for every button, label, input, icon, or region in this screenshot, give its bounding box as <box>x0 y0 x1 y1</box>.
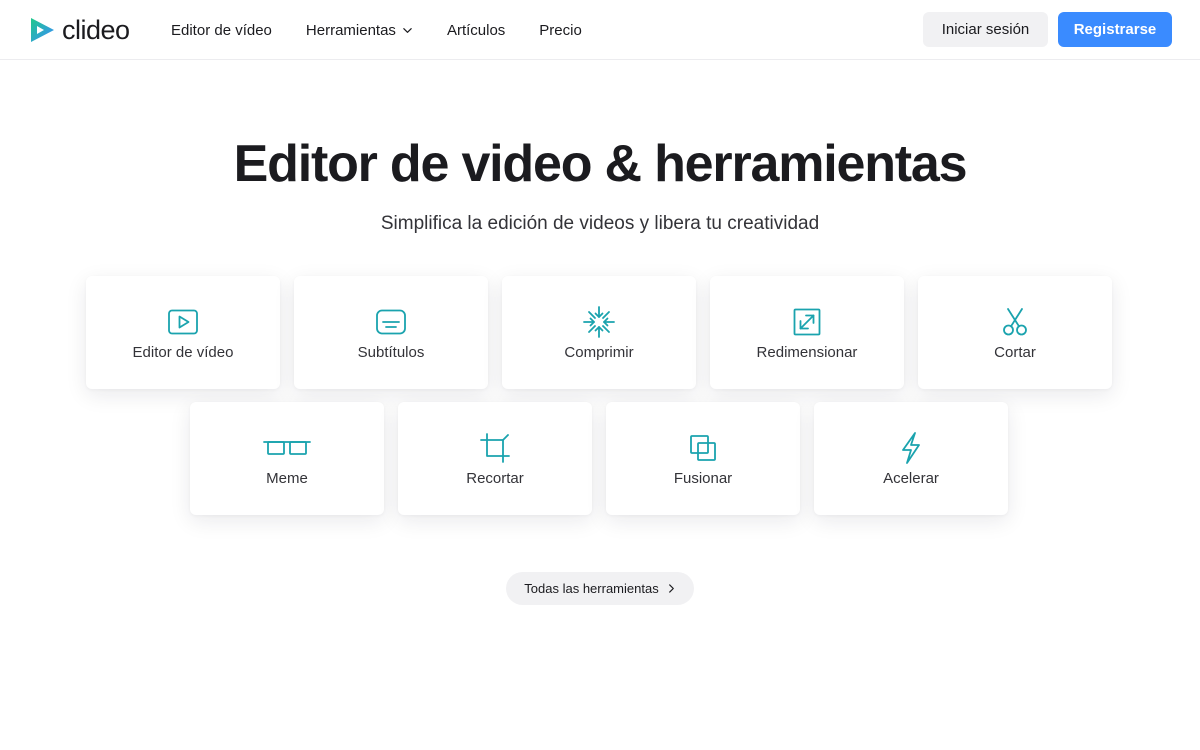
main-nav: Editor de vídeo Herramientas Artículos P… <box>171 0 582 60</box>
tool-label: Cortar <box>994 344 1036 361</box>
page-subtitle: Simplifica la edición de videos y libera… <box>380 213 820 234</box>
scissors-icon <box>999 306 1031 338</box>
nav-video-editor[interactable]: Editor de vídeo <box>171 22 272 39</box>
tool-label: Subtítulos <box>357 344 425 361</box>
login-button[interactable]: Iniciar sesión <box>923 12 1048 47</box>
tool-label: Fusionar <box>673 470 733 487</box>
logo-play-icon <box>31 18 54 42</box>
tool-card-resize[interactable]: Redimensionar <box>710 276 904 389</box>
tool-card-meme[interactable]: Meme <box>190 402 384 515</box>
nav-tools-dropdown[interactable]: Herramientas <box>306 22 413 39</box>
merge-icon <box>687 432 719 464</box>
play-icon <box>167 306 199 338</box>
tool-card-compress[interactable]: Comprimir <box>502 276 696 389</box>
chevron-down-icon <box>403 27 412 33</box>
nav-video-editor-label: Editor de vídeo <box>171 21 272 39</box>
tool-label: Comprimir <box>564 344 634 361</box>
nav-articles-label: Artículos <box>446 21 506 39</box>
tool-card-subtitles[interactable]: Subtítulos <box>294 276 488 389</box>
tool-card-cut[interactable]: Cortar <box>918 276 1112 389</box>
nav-tools-label: Herramientas <box>305 21 396 39</box>
logo-text: clideo <box>62 15 130 45</box>
signup-button[interactable]: Registrarse <box>1058 12 1172 47</box>
crop-icon <box>479 432 511 464</box>
tool-card-video-editor[interactable]: Editor de vídeo <box>86 276 280 389</box>
tool-card-merge[interactable]: Fusionar <box>606 402 800 515</box>
chevron-right-icon <box>668 584 674 593</box>
meme-icon <box>263 432 311 464</box>
tool-label: Acelerar <box>883 470 939 487</box>
nav-articles[interactable]: Artículos <box>447 22 505 39</box>
subtitles-icon <box>375 306 407 338</box>
page-title: Editor de video & herramientas <box>233 135 968 193</box>
clideo-logo[interactable]: clideo <box>28 14 130 46</box>
nav-pricing-label: Precio <box>539 21 582 39</box>
tool-card-crop[interactable]: Recortar <box>398 402 592 515</box>
tool-card-speed[interactable]: Acelerar <box>814 402 1008 515</box>
lightning-icon <box>895 432 927 464</box>
tool-label: Redimensionar <box>756 344 858 361</box>
tool-label: Recortar <box>466 470 524 487</box>
nav-pricing[interactable]: Precio <box>539 22 582 39</box>
tool-label: Meme <box>266 470 308 487</box>
compress-icon <box>583 306 615 338</box>
all-tools-button[interactable]: Todas las herramientas <box>506 572 694 605</box>
resize-icon <box>791 306 823 338</box>
all-tools-label: Todas las herramientas <box>524 581 659 596</box>
top-navigation-bar: clideo Editor de vídeo Herramientas Artí… <box>0 0 1200 60</box>
tool-label: Editor de vídeo <box>132 344 234 361</box>
